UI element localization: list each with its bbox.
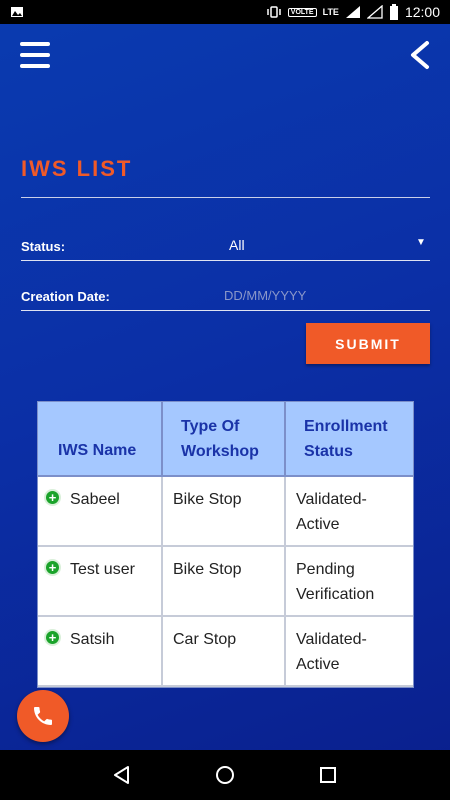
header-iws-name: IWS Name xyxy=(38,402,163,477)
menu-icon[interactable] xyxy=(20,42,50,68)
nav-recents-icon[interactable] xyxy=(317,764,339,786)
status-bar: VOLTE LTE 12:00 xyxy=(0,0,450,24)
title-divider xyxy=(21,197,430,198)
image-notification-icon xyxy=(11,7,23,17)
iws-name-cell: + Sabeel xyxy=(38,476,163,547)
call-button[interactable] xyxy=(17,690,69,742)
battery-icon xyxy=(389,4,398,20)
header-enrollment-status: Enrollment Status xyxy=(285,402,413,477)
volte-badge: VOLTE xyxy=(287,7,317,17)
workshop-type: Car Stop xyxy=(162,616,286,687)
enrollment-status: Validated-Active xyxy=(285,616,413,687)
submit-button[interactable]: SUBMIT xyxy=(306,323,430,364)
creation-date-input[interactable] xyxy=(224,284,424,306)
date-underline xyxy=(21,310,430,311)
iws-name-cell: + Test user xyxy=(38,546,163,617)
workshop-type: Bike Stop xyxy=(162,546,286,617)
network-type: LTE xyxy=(322,7,339,17)
iws-name: Sabeel xyxy=(70,491,120,508)
iws-name-cell: + Satsih xyxy=(38,616,163,687)
expand-plus-icon[interactable]: + xyxy=(44,629,61,646)
clock: 12:00 xyxy=(404,4,440,20)
table-row[interactable]: + Satsih Car Stop Validated-Active xyxy=(38,616,413,687)
phone-icon xyxy=(34,707,52,725)
nav-home-icon[interactable] xyxy=(214,764,236,786)
back-arrow-icon[interactable] xyxy=(406,40,432,70)
status-underline xyxy=(21,260,430,261)
dropdown-arrow-icon[interactable]: ▼ xyxy=(416,237,426,248)
creation-date-label: Creation Date: xyxy=(21,289,110,304)
nav-back-icon[interactable] xyxy=(111,764,133,786)
table-row[interactable]: + Test user Bike Stop Pending Verificati… xyxy=(38,546,413,617)
iws-name: Test user xyxy=(70,561,135,578)
enrollment-status: Validated-Active xyxy=(285,476,413,547)
signal-icon-2 xyxy=(366,5,383,19)
system-navigation-bar xyxy=(0,750,450,800)
expand-plus-icon[interactable]: + xyxy=(44,489,61,506)
expand-plus-icon[interactable]: + xyxy=(44,559,61,576)
iws-name: Satsih xyxy=(70,631,115,648)
workshop-type: Bike Stop xyxy=(162,476,286,547)
table-row[interactable]: + Sabeel Bike Stop Validated-Active xyxy=(38,476,413,547)
iws-table: IWS Name Type Of Workshop Enrollment Sta… xyxy=(37,401,414,688)
page-title: IWS LIST xyxy=(21,156,133,181)
enrollment-status: Pending Verification xyxy=(285,546,413,617)
table-header-row: IWS Name Type Of Workshop Enrollment Sta… xyxy=(38,402,413,477)
signal-icon xyxy=(345,6,360,18)
header-type-of-workshop: Type Of Workshop xyxy=(162,402,286,477)
status-label: Status: xyxy=(21,239,66,254)
status-selected-value[interactable]: All xyxy=(229,237,245,253)
vibrate-icon xyxy=(267,6,281,18)
